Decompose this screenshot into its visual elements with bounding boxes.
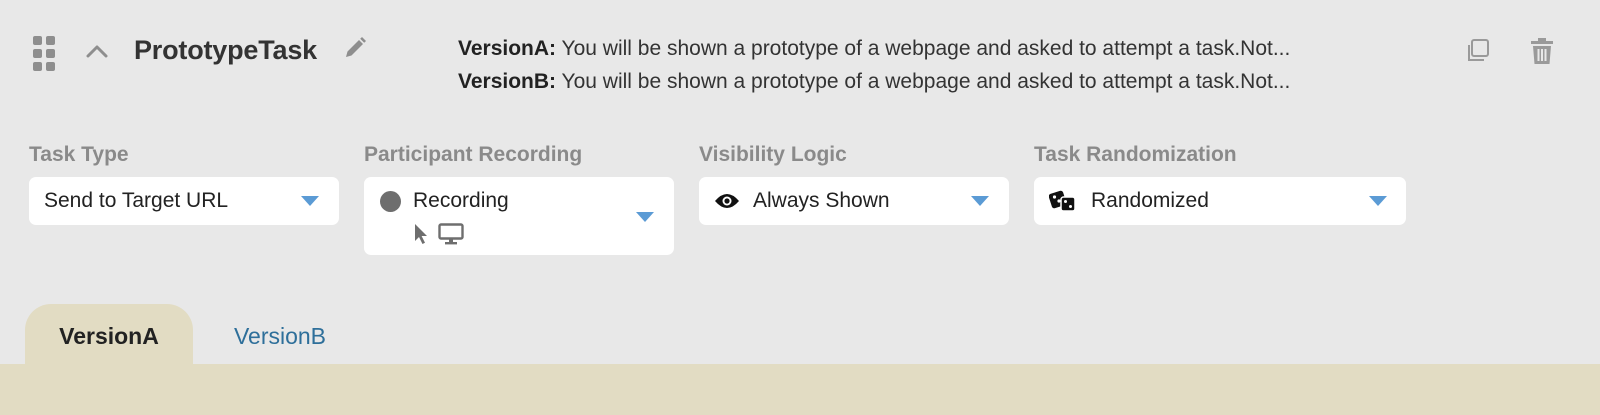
participant-recording-label: Participant Recording [364,143,583,166]
version-name: VersionA: [458,37,557,60]
task-type-select[interactable]: Send to Target URL [29,177,339,225]
record-dot-icon [380,191,401,212]
chevron-down-icon [971,196,989,206]
version-tabs: VersionA VersionB [0,304,1600,366]
task-type-label: Task Type [29,143,129,166]
versions-summary: VersionA: You will be shown a prototype … [458,35,1413,101]
trash-icon[interactable] [1529,37,1555,65]
task-type-field: Task Type Send to Target URL [29,142,339,225]
task-title: PrototypeTask [134,35,317,65]
drag-handle-icon[interactable] [33,36,57,71]
participant-recording-select[interactable]: Recording [364,177,674,255]
task-type-value: Send to Target URL [44,189,229,212]
visibility-logic-value: Always Shown [753,189,890,212]
participant-recording-field: Participant Recording Recording [364,142,674,255]
participant-recording-value: Recording [413,189,509,212]
pencil-icon[interactable] [343,36,367,60]
visibility-logic-select[interactable]: Always Shown [699,177,1009,225]
task-randomization-field: Task Randomization Randomized [1034,142,1406,225]
chevron-down-icon [1369,196,1387,206]
version-content-panel [0,364,1600,415]
version-summary-line: VersionB: You will be shown a prototype … [458,68,1413,101]
chevron-down-icon [636,212,654,222]
monitor-icon [438,223,464,245]
version-description: You will be shown a prototype of a webpa… [561,37,1291,60]
version-description: You will be shown a prototype of a webpa… [561,70,1291,93]
task-randomization-value: Randomized [1091,189,1209,212]
task-randomization-select[interactable]: Randomized [1034,177,1406,225]
copy-icon[interactable] [1465,38,1491,64]
tab-version-a[interactable]: VersionA [25,304,193,364]
task-randomization-label: Task Randomization [1034,143,1237,166]
chevron-down-icon [301,196,319,206]
dice-icon [1048,189,1077,213]
version-summary-line: VersionA: You will be shown a prototype … [458,35,1413,68]
visibility-logic-field: Visibility Logic Always Shown [699,142,1009,225]
chevron-up-icon[interactable] [84,40,110,62]
visibility-logic-label: Visibility Logic [699,143,847,166]
eye-icon [714,192,740,210]
version-name: VersionB: [458,70,557,93]
task-header: PrototypeTask VersionA: You will be show… [0,0,1600,120]
cursor-icon [414,223,430,245]
tab-version-b[interactable]: VersionB [210,304,350,364]
